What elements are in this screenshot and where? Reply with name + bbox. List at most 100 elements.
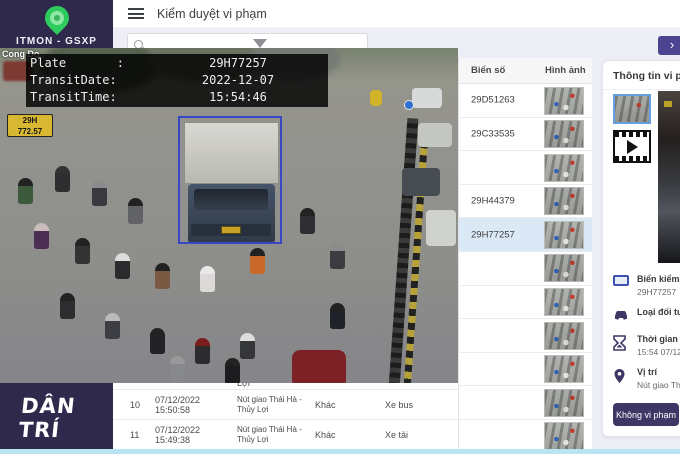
- traffic-thumbnail: [544, 388, 584, 417]
- traffic-thumbnail: [544, 355, 584, 384]
- table-row[interactable]: 10 07/12/2022 15:50:58 Nút giao Thái Hà …: [113, 389, 458, 419]
- traffic-thumbnail: [544, 254, 584, 283]
- traffic-rider: [75, 238, 90, 264]
- traffic-vehicle: [412, 88, 442, 108]
- traffic-thumbnail: [544, 86, 584, 115]
- app-window: Kiểm duyệt vi phạm › Lợi 10 07/12/2022 1…: [0, 0, 680, 454]
- dantri-watermark: DÂN TRÍ: [17, 394, 77, 442]
- field-label: Thời gian bắt đầu: [637, 334, 680, 344]
- video-play-icon[interactable]: [613, 130, 651, 163]
- traffic-rider: [55, 166, 70, 192]
- hud-plate-row: Plate : 29H77257: [30, 56, 267, 70]
- traffic-thumbnail: [544, 220, 584, 249]
- hourglass-icon: [613, 335, 629, 356]
- record-location: Nút giao Thái Hà - Thủy Lợi: [237, 425, 302, 444]
- field-location: Vị trí Nút giao Thái Hà: [613, 367, 680, 390]
- plate-row[interactable]: [459, 286, 592, 320]
- hud-time-row: TransitTime: 15:54:46: [30, 90, 267, 104]
- plate-row-selected[interactable]: 29H77257: [459, 218, 592, 252]
- plate-row[interactable]: 29H44379: [459, 185, 592, 219]
- traffic-rider: [225, 358, 240, 383]
- plates-table: Biển số Hình ảnh 29D51263 29C33535 29H44…: [458, 58, 592, 454]
- road-sign: [404, 100, 414, 110]
- hud-date-row: TransitDate: 2022-12-07: [30, 73, 275, 87]
- traffic-rider: [150, 328, 165, 354]
- traffic-rider: [240, 333, 255, 359]
- traffic-rider: [250, 248, 265, 274]
- record-type: Khác: [315, 430, 336, 440]
- field-label: Vị trí: [637, 367, 658, 377]
- traffic-thumbnail: [544, 153, 584, 182]
- selected-frame-thumbnail[interactable]: [613, 94, 651, 124]
- traffic-rider: [18, 178, 33, 204]
- traffic-rider: [155, 263, 170, 289]
- plate-row[interactable]: 29C33535: [459, 118, 592, 152]
- traffic-rider: [128, 198, 143, 224]
- watermark-border: [0, 449, 680, 454]
- car-icon: [613, 308, 629, 326]
- brand-name: ITMON - GSXP: [16, 36, 97, 47]
- record-vehicle: Xe tải: [385, 430, 409, 440]
- plate-row[interactable]: [459, 252, 592, 286]
- traffic-rider: [115, 253, 130, 279]
- record-vehicle: Xe bus: [385, 400, 414, 410]
- plate-number: 29H77257: [471, 229, 515, 241]
- detection-bounding-box: [178, 116, 282, 244]
- traffic-thumbnail: [544, 120, 584, 149]
- plate-row[interactable]: [459, 353, 592, 387]
- record-no: 10: [130, 400, 141, 410]
- traffic-vehicle: [426, 210, 456, 246]
- plate-number: 29D51263: [471, 94, 515, 106]
- plate-number: 29C33535: [471, 128, 515, 140]
- plate-number: 29H44379: [471, 195, 515, 207]
- plate-row[interactable]: 29D51263: [459, 84, 592, 118]
- vehicle-evidence-image[interactable]: [658, 91, 680, 263]
- traffic-rider: [195, 338, 210, 364]
- record-no: 11: [130, 430, 140, 440]
- chevron-right-icon: ›: [669, 37, 675, 52]
- plates-table-header: Biển số Hình ảnh: [459, 58, 592, 84]
- next-page-button[interactable]: ›: [658, 36, 680, 55]
- record-datetime: 07/12/2022 15:49:38: [155, 425, 201, 445]
- traffic-rider: [105, 313, 120, 339]
- record-datetime: 07/12/2022 15:50:58: [155, 395, 201, 415]
- table-row[interactable]: 11 07/12/2022 15:49:38 Nút giao Thái Hà …: [113, 419, 458, 449]
- column-header-image[interactable]: Hình ảnh: [545, 65, 586, 76]
- traffic-rider: [170, 356, 185, 382]
- traffic-thumbnail: [544, 288, 584, 317]
- traffic-rider: [330, 243, 345, 269]
- plate-row[interactable]: [459, 319, 592, 353]
- traffic-rider: [60, 293, 75, 319]
- plate-row[interactable]: [459, 151, 592, 185]
- app-logo[interactable]: ITMON - GSXP: [0, 1, 113, 47]
- traffic-rider: [34, 223, 49, 249]
- plate-crop-image: 29H 772.57: [7, 114, 53, 137]
- traffic-rider: [330, 303, 345, 329]
- field-value: Nút giao Thái Hà: [637, 380, 680, 390]
- panel-title: Thông tin vi phạm: [613, 70, 680, 82]
- traffic-thumbnail: [544, 187, 584, 216]
- no-violation-button[interactable]: Không vi phạm: [613, 403, 679, 426]
- traffic-vehicle: [418, 123, 452, 147]
- field-value: 15:54 07/12/2022: [637, 347, 680, 357]
- traffic-rider: [200, 266, 215, 292]
- plate-row[interactable]: [459, 386, 592, 420]
- traffic-rider: [92, 180, 107, 206]
- traffic-thumbnail: [544, 321, 584, 350]
- license-plate-icon: [613, 275, 629, 286]
- violation-info-panel: Thông tin vi phạm Biển kiểm soát 29H7725…: [602, 60, 680, 437]
- traffic-vehicle: [292, 350, 346, 383]
- record-location: Nút giao Thái Hà - Thủy Lợi: [237, 395, 302, 414]
- field-start-time: Thời gian bắt đầu 15:54 07/12/2022: [613, 334, 680, 357]
- field-label: Loại đối tượng: [637, 307, 680, 317]
- traffic-thumbnail: [544, 422, 584, 451]
- location-pin-logo-icon: [39, 1, 74, 35]
- camera-frame[interactable]: Cong Do Plate : 29H77257 TransitDate: 20…: [0, 48, 458, 383]
- field-license-plate: Biển kiểm soát 29H77257: [613, 274, 680, 297]
- traffic-rider: [300, 208, 315, 234]
- field-object-type: Loại đối tượng: [613, 307, 680, 326]
- traffic-vehicle: [370, 90, 382, 106]
- traffic-vehicle: [402, 168, 440, 196]
- field-label: Biển kiểm soát: [637, 274, 680, 284]
- column-header-plate[interactable]: Biển số: [471, 65, 505, 76]
